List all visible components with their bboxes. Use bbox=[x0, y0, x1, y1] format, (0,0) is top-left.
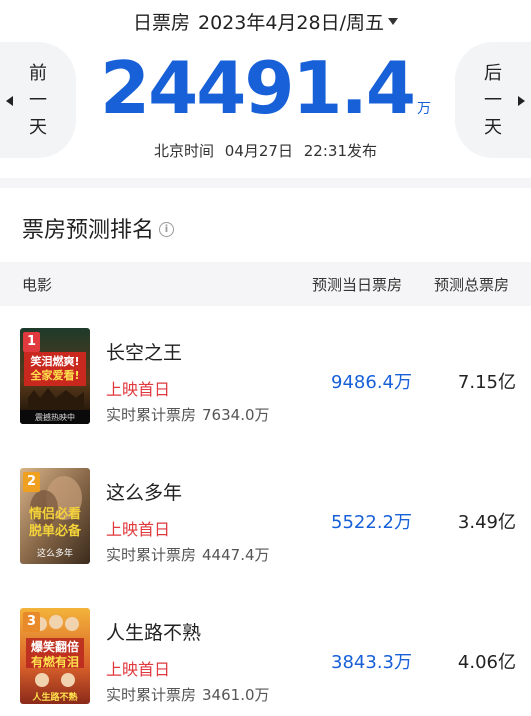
movie-name: 长空之王 bbox=[106, 342, 183, 364]
predicted-day-box-office: 9486.4万 bbox=[331, 372, 412, 393]
rank-badge: 1 bbox=[23, 332, 40, 352]
column-header-movie: 电影 bbox=[22, 276, 53, 294]
table-row[interactable]: 2 情侣必看 脱单必备 这么多年 这么多年 上映首日 实时累计票房 4447.4万… bbox=[0, 448, 531, 588]
caret-down-icon bbox=[388, 18, 399, 25]
realtime-label: 实时累计票房 bbox=[106, 546, 197, 564]
realtime-value: 4447.4万 bbox=[202, 546, 270, 564]
date-selector-value: 2023年4月28日/周五 bbox=[197, 12, 385, 34]
date-selector-label: 日票房 bbox=[132, 12, 190, 34]
movie-poster: 2 情侣必看 脱单必备 这么多年 bbox=[20, 468, 90, 564]
predicted-day-box-office: 5522.2万 bbox=[331, 512, 412, 533]
rank-badge: 2 bbox=[23, 472, 40, 492]
poster-footer: 震撼热映中 bbox=[35, 413, 75, 422]
poster-text: 情侣必看 bbox=[28, 507, 81, 522]
poster-footer: 这么多年 bbox=[36, 549, 73, 559]
release-tag: 上映首日 bbox=[106, 380, 171, 399]
section-divider bbox=[0, 178, 531, 188]
predicted-total-box-office: 4.06亿 bbox=[457, 652, 516, 673]
section-title-text: 票房预测排名 bbox=[22, 218, 155, 243]
table-header: 电影 预测当日票房 预测总票房 bbox=[0, 262, 531, 306]
poster-text: 有燃有泪 bbox=[30, 655, 79, 669]
box-office-header: 日票房 2023年4月28日/周五 前 一 天 后 一 天 24491.4 万 北京… bbox=[0, 0, 531, 178]
release-tag: 上映首日 bbox=[106, 660, 171, 679]
publish-time-value: 22:31发布 bbox=[303, 142, 377, 160]
realtime-box-office: 实时累计票房 4447.4万 bbox=[106, 544, 270, 565]
predicted-total-box-office: 7.15亿 bbox=[457, 372, 516, 393]
poster-text: 爆笑翻倍 bbox=[30, 640, 79, 654]
movie-name: 这么多年 bbox=[106, 482, 183, 504]
rank-badge: 3 bbox=[23, 612, 40, 632]
predicted-total-box-office: 3.49亿 bbox=[457, 512, 516, 533]
movie-poster: 3 爆笑翻倍 有燃有泪 人生路不熟 bbox=[20, 608, 90, 704]
poster-text: 脱单必备 bbox=[28, 524, 81, 539]
realtime-box-office: 实时累计票房 7634.0万 bbox=[106, 404, 270, 425]
movie-name: 人生路不熟 bbox=[106, 622, 202, 644]
realtime-value: 7634.0万 bbox=[202, 406, 270, 424]
realtime-box-office: 实时累计票房 3461.0万 bbox=[106, 684, 270, 705]
release-tag: 上映首日 bbox=[106, 520, 171, 539]
publish-time: 北京时间 04月27日 22:31发布 bbox=[0, 140, 531, 161]
publish-date: 04月27日 bbox=[224, 142, 293, 160]
table-row[interactable]: 1 笑泪燃爽! 全家爱看! 震撼热映中 长空之王 上映首日 实时累计票房 7634… bbox=[0, 308, 531, 448]
daily-box-office-total: 24491.4 万 bbox=[0, 46, 531, 130]
poster-footer: 人生路不熟 bbox=[32, 693, 78, 703]
realtime-label: 实时累计票房 bbox=[106, 686, 197, 704]
predicted-day-box-office: 3843.3万 bbox=[331, 652, 412, 673]
column-header-predicted-day: 预测当日票房 bbox=[312, 276, 403, 294]
movie-poster: 1 笑泪燃爽! 全家爱看! 震撼热映中 bbox=[20, 328, 90, 424]
table-row[interactable]: 3 爆笑翻倍 有燃有泪 人生路不熟 人生路不熟 上映首日 实时累计票房 3461.… bbox=[0, 588, 531, 716]
poster-text: 笑泪燃爽! bbox=[30, 355, 80, 368]
daily-box-office-value: 24491.4 bbox=[100, 46, 416, 130]
daily-box-office-unit: 万 bbox=[416, 101, 431, 117]
date-selector[interactable]: 日票房 2023年4月28日/周五 bbox=[0, 8, 531, 35]
column-header-predicted-total: 预测总票房 bbox=[434, 276, 510, 294]
info-icon[interactable]: i bbox=[159, 221, 175, 237]
section-title: 票房预测排名 i bbox=[22, 212, 175, 244]
realtime-label: 实时累计票房 bbox=[106, 406, 197, 424]
poster-text: 全家爱看! bbox=[30, 369, 80, 382]
realtime-value: 3461.0万 bbox=[202, 686, 270, 704]
publish-prefix: 北京时间 bbox=[154, 142, 215, 160]
